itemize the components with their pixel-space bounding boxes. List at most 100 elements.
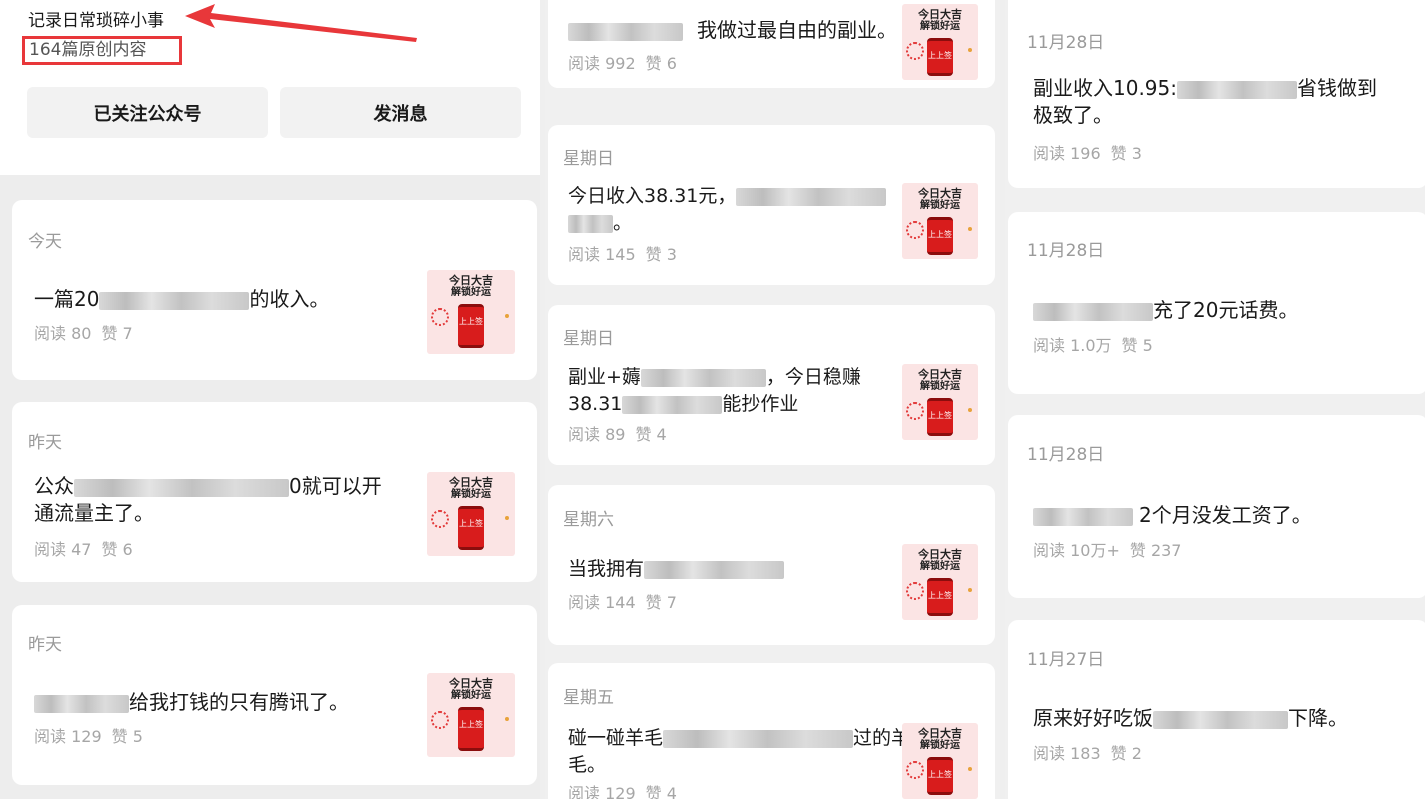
read-count: 阅读 129 [34,727,102,746]
firework-icon [906,42,924,60]
article-date: 昨天 [28,635,62,655]
annotation-arrow-icon [185,4,417,42]
like-count: 赞 3 [645,245,677,264]
article-thumbnail: 今日大吉 解锁好运 上上签 [427,673,515,757]
lucky-can-icon: 上上签 [458,304,484,348]
like-count: 赞 7 [645,593,677,612]
article-card[interactable]: 11月28日 副业收入10.95: 省钱做到 极致了。 阅读 196 赞 3 [1008,0,1425,188]
read-count: 阅读 129 [568,784,636,799]
article-stats: 阅读 89 赞 4 [568,421,667,445]
lucky-can-icon: 上上签 [927,398,953,436]
firework-icon [906,402,924,420]
lucky-can-icon: 上上签 [458,506,484,550]
article-stats: 阅读 145 赞 3 [568,241,677,265]
lucky-can-icon: 上上签 [458,707,484,751]
article-title: 我做过最自由的副业。 [568,17,897,44]
article-thumbnail: 今日大吉 解锁好运 上上签 [427,270,515,354]
article-card[interactable]: 星期日 今日收入38.31元，。 阅读 145 赞 3 今日大吉 解锁好运 上上签 [548,125,995,285]
article-card[interactable]: 今天 一篇20 的收入。 阅读 80 赞 7 今日大吉 解锁好运 上上签 [12,200,537,380]
profile-header: 记录日常琐碎小事 164篇原创内容 已关注公众号 发消息 [0,0,540,175]
account-name: 记录日常琐碎小事 [28,11,164,31]
article-stats: 阅读 1.0万赞 5 [1033,332,1153,356]
column-2: 我做过最自由的副业。 阅读 992 赞 6 今日大吉 解锁好运 上上签 星期日 今日… [545,0,1000,799]
like-count: 赞 4 [635,425,667,444]
followed-button[interactable]: 已关注公众号 [27,87,268,138]
article-title: 副业收入10.95: 省钱做到 极致了。 [1033,76,1377,127]
like-count: 赞 5 [111,727,143,746]
like-count: 赞 2 [1110,744,1142,763]
firework-icon [906,221,924,239]
article-thumbnail: 今日大吉 解锁好运 上上签 [427,472,515,556]
article-card[interactable]: 昨天 公众 0就可以开 通流量主了。 阅读 47 赞 6 今日大吉 解锁好运 上上签 [12,402,537,582]
article-date: 昨天 [28,433,62,453]
firework-icon [906,582,924,600]
column-3: 11月28日 副业收入10.95: 省钱做到 极致了。 阅读 196 赞 3 11月2… [1005,0,1425,799]
like-count: 赞 237 [1129,541,1182,560]
article-card[interactable]: 11月27日 原来好好吃饭 下降。 阅读 183 赞 2 [1008,620,1425,799]
article-date: 11月28日 [1027,33,1105,53]
post-count: 164篇原创内容 [22,36,182,65]
read-count: 阅读 80 [34,324,92,343]
like-count: 赞 6 [645,54,677,73]
like-count: 赞 3 [1110,144,1142,163]
read-count: 阅读 145 [568,245,636,264]
article-date: 星期六 [563,510,614,530]
read-count: 阅读 144 [568,593,636,612]
article-thumbnail: 今日大吉 解锁好运 上上签 [902,723,978,799]
read-count: 阅读 992 [568,54,636,73]
article-stats: 阅读 129 赞 4 [568,780,677,799]
article-stats: 阅读 992 赞 6 [568,50,677,74]
article-card[interactable]: 星期日 副业+薅 ，今日稳赚 38.31 能抄作业 阅读 89 赞 4 今日大吉 解锁好运… [548,305,995,465]
article-card[interactable]: 11月28日 2个月没发工资了。 阅读 10万+ 赞 237 [1008,415,1425,598]
read-count: 阅读 183 [1033,744,1101,763]
article-title: 2个月没发工资了。 [1033,502,1312,529]
firework-icon [431,711,449,729]
article-title: 碰一碰羊毛 过的羊 毛。 [568,727,911,776]
article-date: 11月27日 [1027,650,1105,670]
article-title: 原来好好吃饭 下降。 [1033,706,1348,730]
column-1: 记录日常琐碎小事 164篇原创内容 已关注公众号 发消息 今天 一篇20 的收入。… [0,0,540,799]
read-count: 阅读 47 [34,540,92,559]
like-count: 赞 6 [101,540,133,559]
article-stats: 阅读 183 赞 2 [1033,740,1142,764]
article-title: 给我打钱的只有腾讯了。 [34,689,349,716]
message-button[interactable]: 发消息 [280,87,521,138]
article-date: 星期日 [563,329,614,349]
article-card[interactable]: 星期六 当我拥有 阅读 144 赞 7 今日大吉 解锁好运 上上签 [548,485,995,645]
read-count: 阅读 89 [568,425,626,444]
article-title: 一篇20 的收入。 [34,287,330,311]
article-title: 充了20元话费。 [1033,297,1298,324]
lucky-can-icon: 上上签 [927,578,953,616]
article-stats: 阅读 80 赞 7 [34,320,133,344]
article-date: 今天 [28,232,62,252]
article-thumbnail: 今日大吉 解锁好运 上上签 [902,364,978,440]
article-thumbnail: 今日大吉 解锁好运 上上签 [902,183,978,259]
article-card[interactable]: 我做过最自由的副业。 阅读 992 赞 6 今日大吉 解锁好运 上上签 [548,0,995,88]
article-stats: 阅读 144 赞 7 [568,589,677,613]
firework-icon [906,761,924,779]
article-date: 星期日 [563,149,614,169]
article-card[interactable]: 昨天 给我打钱的只有腾讯了。 阅读 129 赞 5 今日大吉 解锁好运 上上签 [12,605,537,785]
read-count: 阅读 1.0万 [1033,336,1112,355]
read-count: 阅读 10万+ [1033,541,1120,560]
firework-icon [431,510,449,528]
firework-icon [431,308,449,326]
article-title: 今日收入38.31元，。 [568,183,887,237]
article-thumbnail: 今日大吉 解锁好运 上上签 [902,544,978,620]
article-title: 公众 0就可以开 通流量主了。 [34,474,382,525]
like-count: 赞 5 [1121,336,1153,355]
article-stats: 阅读 196 赞 3 [1033,140,1142,164]
article-title: 当我拥有 [568,556,785,583]
lucky-can-icon: 上上签 [927,38,953,76]
lucky-can-icon: 上上签 [927,217,953,255]
article-thumbnail: 今日大吉 解锁好运 上上签 [902,4,978,80]
article-stats: 阅读 129 赞 5 [34,723,143,747]
article-date: 11月28日 [1027,445,1105,465]
article-date: 11月28日 [1027,241,1105,261]
lucky-can-icon: 上上签 [927,757,953,795]
article-title: 副业+薅 ，今日稳赚 38.31 能抄作业 [568,366,861,415]
article-card[interactable]: 星期五 碰一碰羊毛 过的羊 毛。 阅读 129 赞 4 今日大吉 解锁好运 上上签 [548,663,995,799]
like-count: 赞 7 [101,324,133,343]
article-card[interactable]: 11月28日 充了20元话费。 阅读 1.0万赞 5 [1008,212,1425,394]
like-count: 赞 4 [645,784,677,799]
